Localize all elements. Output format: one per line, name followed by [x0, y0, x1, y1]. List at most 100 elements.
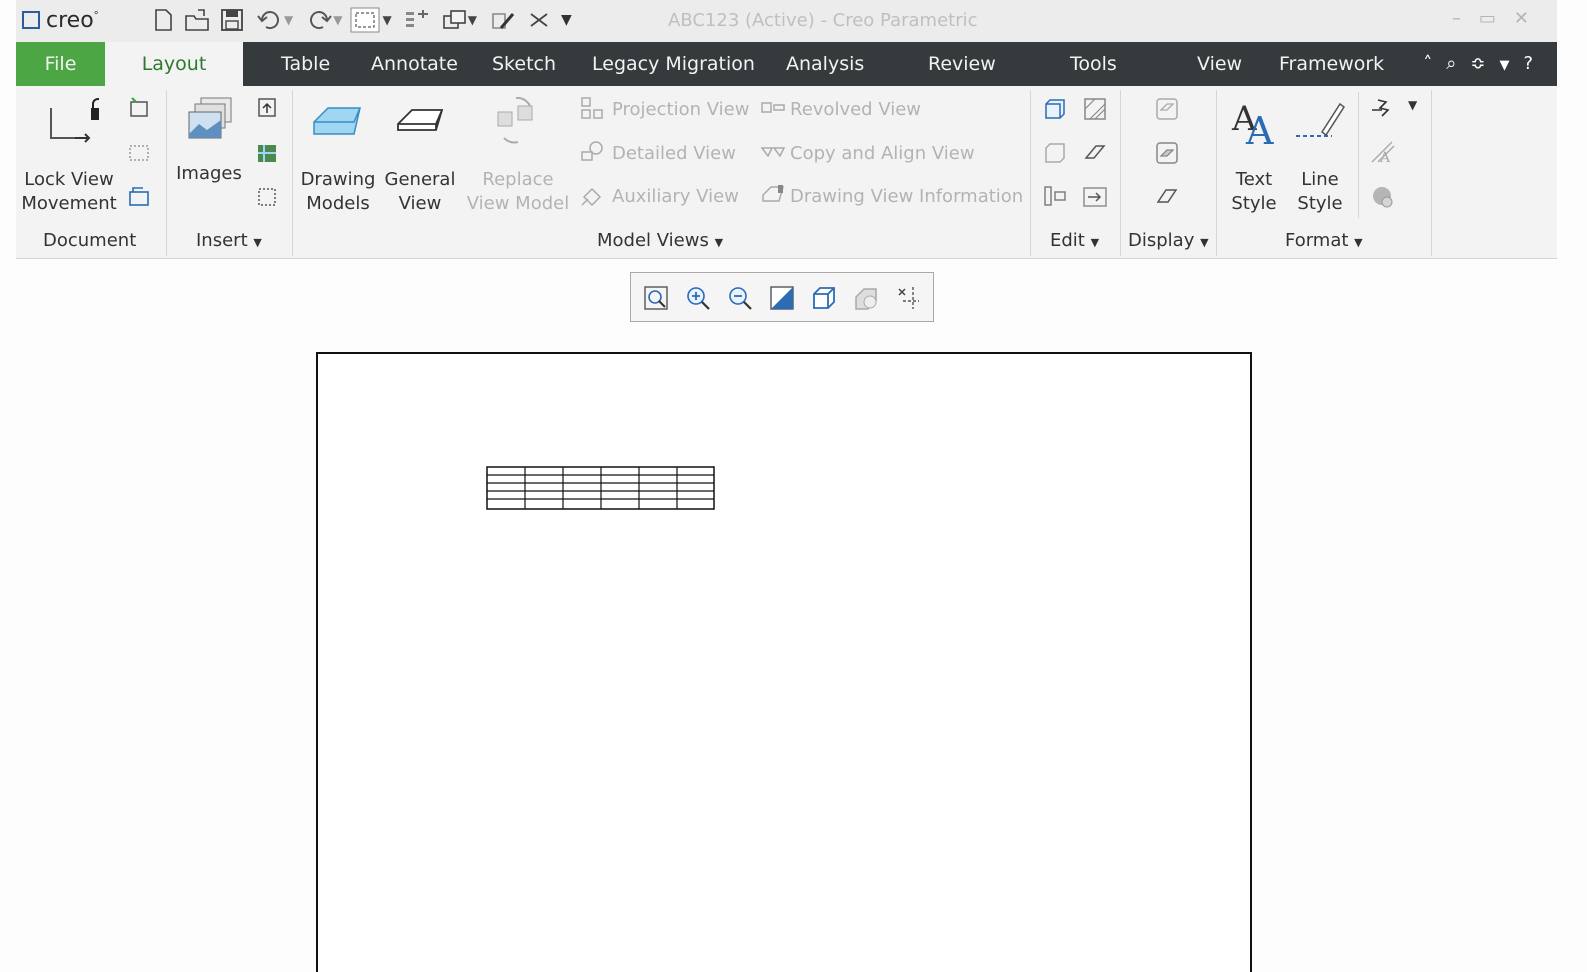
- lock-view-movement-button[interactable]: Lock View Movement: [20, 94, 118, 216]
- insert-region-icon[interactable]: [256, 186, 278, 208]
- replace-label-2: View Model: [466, 193, 570, 214]
- drawing-table[interactable]: [486, 466, 716, 512]
- group-label-edit[interactable]: Edit ▼: [1050, 230, 1099, 251]
- revolved-view-button[interactable]: Revolved View: [760, 96, 921, 120]
- import-drawing-icon[interactable]: [256, 96, 278, 118]
- sheet-setup-icon[interactable]: [128, 142, 150, 164]
- line-style-button[interactable]: Line Style: [1288, 94, 1352, 216]
- drawing-view-information-icon: [762, 185, 784, 202]
- hatch-pattern-icon[interactable]: A: [1370, 140, 1398, 166]
- insert-dropdown-icon: ▼: [253, 236, 262, 249]
- saved-orientations-icon[interactable]: [853, 285, 879, 311]
- zoom-in-icon[interactable]: [685, 285, 711, 311]
- replace-view-model-button[interactable]: Replace View Model: [464, 94, 572, 216]
- drawing-view-information-button[interactable]: Drawing View Information: [760, 183, 1023, 207]
- redo-icon[interactable]: [305, 8, 333, 32]
- datum-display-filters-icon[interactable]: [895, 285, 921, 311]
- select-box-icon[interactable]: [350, 7, 380, 33]
- repaint-icon[interactable]: [769, 285, 795, 311]
- images-button[interactable]: Images: [172, 94, 246, 186]
- auxiliary-view-button[interactable]: Auxiliary View: [580, 183, 739, 207]
- close-icon[interactable]: ✕: [1514, 8, 1547, 29]
- svg-text:A: A: [1245, 109, 1274, 152]
- edit-view-icon[interactable]: [1042, 96, 1068, 122]
- windows-icon[interactable]: [442, 8, 468, 32]
- line-style-label-1: Line: [1301, 169, 1339, 190]
- line-style-icon: [1296, 102, 1346, 137]
- insert-label-text: Insert: [196, 230, 248, 251]
- eraser-icon[interactable]: [1082, 140, 1108, 166]
- group-separator: [1216, 90, 1217, 256]
- zoom-out-icon[interactable]: [727, 285, 753, 311]
- maximize-icon[interactable]: ▭: [1479, 8, 1514, 29]
- new-file-icon[interactable]: [152, 8, 174, 32]
- regenerate-icon[interactable]: [404, 8, 432, 32]
- redo-dropdown-icon[interactable]: ▼: [333, 13, 342, 27]
- title-bar: creo° ▼ ▼ ▼ ▼ ▼ ABC123 (Active) - Creo P…: [16, 0, 1557, 42]
- general-view-label-1: General: [384, 169, 456, 190]
- general-view-button[interactable]: General View: [382, 94, 458, 216]
- display-label-text: Display: [1128, 230, 1195, 251]
- detailed-view-label: Detailed View: [612, 143, 736, 164]
- tab-framework[interactable]: Framework: [1279, 42, 1384, 86]
- group-separator: [292, 90, 293, 256]
- display-erase-icon[interactable]: [1154, 184, 1180, 210]
- display-view-icon[interactable]: [1154, 96, 1180, 122]
- open-file-icon[interactable]: [184, 8, 210, 32]
- group-label-display[interactable]: Display ▼: [1128, 230, 1209, 251]
- move-view-icon[interactable]: [1042, 140, 1068, 166]
- help-icon[interactable]: ?: [1523, 53, 1547, 74]
- lock-view-icon: [50, 98, 99, 143]
- edit-label-text: Edit: [1050, 230, 1085, 251]
- move-sheet-icon[interactable]: [128, 186, 150, 208]
- minimize-icon[interactable]: –: [1452, 8, 1479, 29]
- tab-review[interactable]: Review: [928, 42, 996, 86]
- minimize-ribbon-icon[interactable]: ˄: [1423, 53, 1446, 74]
- select-dropdown-icon[interactable]: ▼: [382, 13, 391, 27]
- images-icon: [188, 97, 232, 139]
- windows-dropdown-icon[interactable]: ▼: [468, 13, 477, 27]
- insert-object-icon[interactable]: [256, 142, 278, 164]
- crosshatch-icon[interactable]: [1082, 96, 1108, 122]
- tab-table[interactable]: Table: [281, 42, 330, 86]
- text-style-button[interactable]: AA Text Style: [1224, 94, 1284, 216]
- drawing-view-information-label: Drawing View Information: [790, 186, 1024, 207]
- tab-tools[interactable]: Tools: [1070, 42, 1117, 86]
- projection-view-button[interactable]: Projection View: [580, 96, 749, 120]
- learning-icon[interactable]: ≎: [1470, 53, 1499, 74]
- tab-layout[interactable]: Layout: [105, 42, 243, 86]
- display-element-icon[interactable]: [1154, 140, 1180, 166]
- edit-paint-icon[interactable]: [489, 8, 517, 32]
- tab-view[interactable]: View: [1197, 42, 1242, 86]
- tab-legacy-migration[interactable]: Legacy Migration: [592, 42, 755, 86]
- refit-icon[interactable]: [643, 285, 669, 311]
- group-label-insert[interactable]: Insert ▼: [196, 230, 262, 251]
- symbol-gallery-icon[interactable]: [1370, 96, 1398, 122]
- app-logo: creo°: [22, 8, 99, 33]
- new-sheet-icon[interactable]: [128, 96, 150, 118]
- display-style-icon[interactable]: [811, 285, 837, 311]
- options-dropdown-icon[interactable]: ▼: [1499, 58, 1523, 73]
- tab-annotate[interactable]: Annotate: [371, 42, 458, 86]
- detailed-view-button[interactable]: Detailed View: [580, 140, 736, 164]
- group-label-format[interactable]: Format ▼: [1285, 230, 1363, 251]
- copy-align-view-button[interactable]: Copy and Align View: [760, 140, 975, 164]
- color-icon[interactable]: [1370, 184, 1398, 210]
- close-window-icon[interactable]: [527, 8, 551, 32]
- drawing-models-button[interactable]: Drawing Models: [298, 94, 378, 216]
- edit-dropdown-icon: ▼: [1090, 236, 1100, 249]
- view-arrow-icon[interactable]: [1082, 184, 1108, 210]
- group-label-model-views[interactable]: Model Views ▼: [597, 230, 723, 251]
- undo-icon[interactable]: [256, 8, 284, 32]
- customize-toolbar-dropdown-icon[interactable]: ▼: [561, 12, 572, 28]
- save-icon[interactable]: [220, 8, 244, 32]
- tab-sketch[interactable]: Sketch: [492, 42, 556, 86]
- search-icon[interactable]: ⌕: [1446, 53, 1470, 74]
- drawing-models-label-2: Models: [306, 193, 370, 214]
- tab-file[interactable]: File: [16, 42, 105, 86]
- undo-dropdown-icon[interactable]: ▼: [284, 13, 293, 27]
- align-view-icon[interactable]: [1042, 184, 1068, 210]
- tab-analysis[interactable]: Analysis: [786, 42, 864, 86]
- symbol-gallery-dropdown-icon[interactable]: ▼: [1408, 98, 1417, 112]
- drawing-sheet[interactable]: [316, 352, 1252, 972]
